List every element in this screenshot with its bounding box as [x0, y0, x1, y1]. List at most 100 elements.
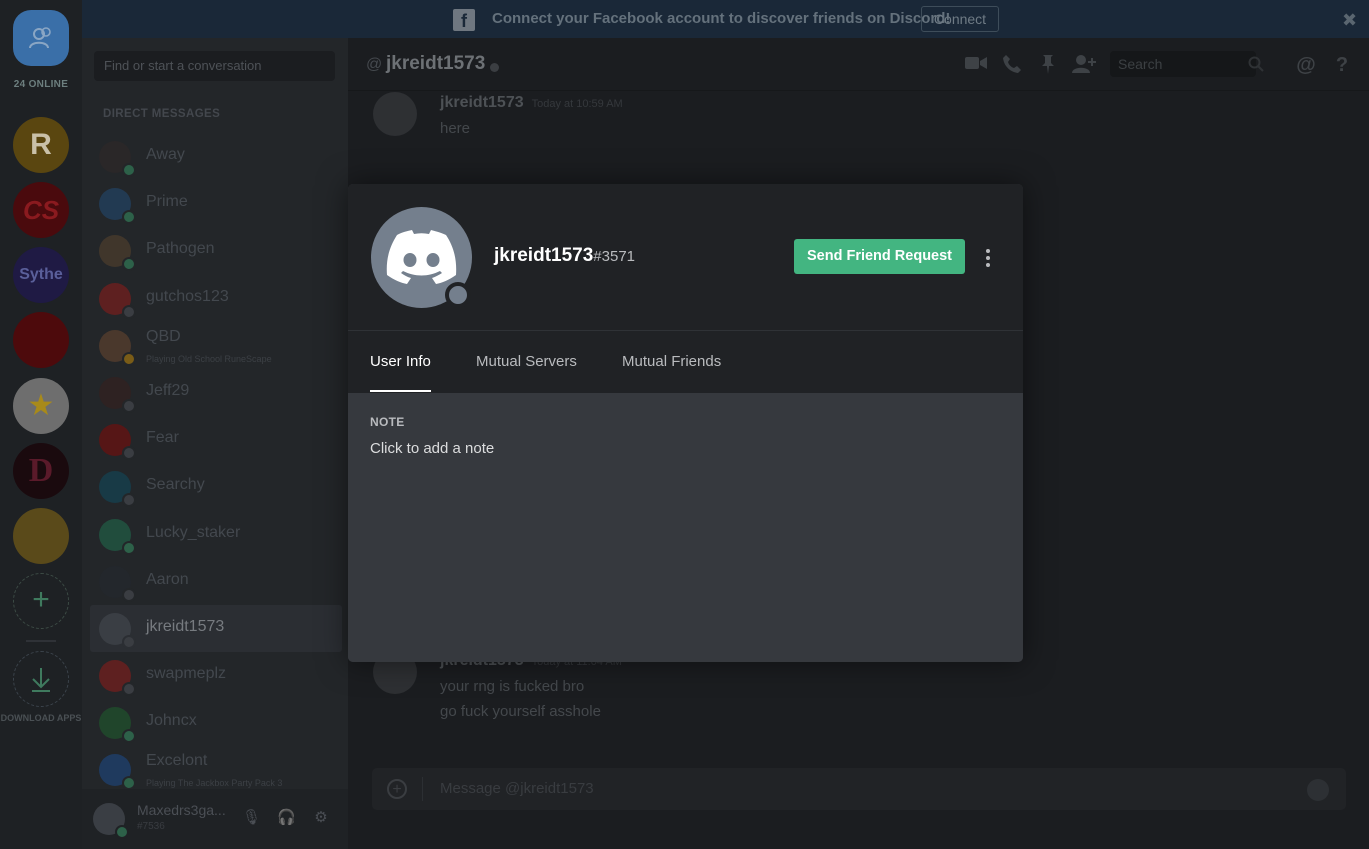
video-call-icon[interactable]: [964, 54, 988, 76]
banner-text: Connect your Facebook account to discove…: [492, 10, 951, 27]
note-header: NOTE: [370, 415, 405, 429]
more-options-icon[interactable]: [980, 247, 996, 269]
dm-item[interactable]: Aaron: [90, 558, 342, 605]
search-input[interactable]: Search: [1110, 51, 1256, 77]
status-indicator: [122, 210, 136, 225]
status-indicator: [122, 540, 136, 555]
facebook-icon: f: [453, 9, 475, 31]
server-icon-1[interactable]: R: [13, 117, 69, 173]
server-icon-4[interactable]: [13, 312, 69, 368]
status-indicator: [122, 493, 136, 508]
avatar[interactable]: [373, 92, 417, 136]
connect-button[interactable]: Connect: [921, 6, 999, 32]
dm-item[interactable]: Johncx: [90, 699, 342, 746]
discord-app: 24 ONLINE R CS Sythe ★ D + DOWNLOAD APPS…: [0, 0, 1369, 849]
tab-user-info[interactable]: User Info: [370, 353, 431, 370]
close-icon[interactable]: ✖: [1342, 10, 1357, 31]
headset-icon[interactable]: 🎧: [277, 809, 296, 827]
message-text: go fuck yourself asshole: [440, 703, 601, 720]
note-input[interactable]: Click to add a note: [370, 440, 494, 457]
server-icon-6[interactable]: D: [13, 443, 69, 499]
tab-mutual-servers[interactable]: Mutual Servers: [476, 353, 577, 370]
dm-item[interactable]: Jeff29: [90, 369, 342, 416]
status-indicator: [122, 351, 136, 366]
dm-item[interactable]: Pathogen: [90, 227, 342, 274]
message-author[interactable]: jkreidt1573 Today at 10:59 AM: [440, 94, 623, 112]
download-apps-label: DOWNLOAD APPS: [0, 713, 82, 723]
dm-name: jkreidt1573: [146, 617, 225, 635]
dm-name: Fear: [146, 429, 179, 447]
status-indicator: [122, 163, 136, 177]
dm-name: Away: [146, 146, 185, 163]
profile-body: NOTE Click to add a note: [348, 393, 1023, 662]
server-icon-2[interactable]: CS: [13, 182, 69, 238]
settings-gear-icon[interactable]: ⚙: [312, 809, 330, 827]
status-indicator: [122, 257, 136, 272]
message-composer[interactable]: + Message @jkreidt1573: [372, 768, 1346, 810]
mentions-icon[interactable]: @: [1294, 54, 1318, 76]
message-input[interactable]: Message @jkreidt1573: [440, 780, 594, 797]
discord-logo-icon: [386, 230, 457, 284]
phone-call-icon[interactable]: [1000, 54, 1024, 76]
dm-item[interactable]: Prime: [90, 180, 342, 227]
direct-messages-sidebar: Find or start a conversation DIRECT MESS…: [82, 38, 348, 849]
dm-item[interactable]: Away: [90, 133, 342, 180]
dm-name: QBD: [146, 327, 181, 345]
status-indicator: [122, 587, 136, 602]
download-apps-button[interactable]: [13, 651, 69, 707]
status-indicator: [122, 729, 136, 744]
dm-name: Prime: [146, 193, 188, 211]
online-count: 24 ONLINE: [13, 79, 69, 90]
status-indicator: [115, 825, 129, 839]
dm-item[interactable]: Excelont Playing The Jackbox Party Pack 3: [90, 746, 342, 793]
dm-item[interactable]: swapmeplz: [90, 652, 342, 699]
dm-item[interactable]: QBD Playing Old School RuneScape: [90, 322, 342, 369]
search-icon: [1244, 55, 1268, 77]
status-indicator: [122, 446, 136, 461]
dm-name: Jeff29: [146, 381, 190, 399]
rail-divider: [26, 640, 56, 642]
chat-header: @ jkreidt1573 Search @ ?: [348, 38, 1369, 91]
tab-mutual-friends[interactable]: Mutual Friends: [622, 353, 721, 370]
dm-name: swapmeplz: [146, 665, 227, 683]
dm-item-active[interactable]: jkreidt1573: [90, 604, 342, 653]
friends-home-button[interactable]: [13, 10, 69, 66]
status-indicator: [122, 682, 136, 697]
active-tab-underline: [370, 390, 431, 392]
download-icon: [32, 668, 50, 692]
upload-plus-icon[interactable]: +: [387, 779, 407, 799]
dm-name: Searchy: [146, 476, 205, 494]
server-icon-7[interactable]: [13, 508, 69, 564]
find-conversation-input[interactable]: Find or start a conversation: [94, 51, 335, 81]
emoji-icon[interactable]: [1307, 779, 1329, 801]
pin-icon[interactable]: [1036, 54, 1060, 76]
direct-messages-header: DIRECT MESSAGES: [103, 108, 221, 120]
dm-item[interactable]: Fear: [90, 416, 342, 463]
dm-name: Lucky_staker: [146, 523, 241, 541]
status-indicator: [445, 282, 471, 308]
user-panel: Maxedrs3ga... #7536 🎙 🎧 ⚙: [82, 789, 348, 849]
dm-item[interactable]: Lucky_staker: [90, 511, 342, 558]
server-icon-5[interactable]: ★: [13, 378, 69, 434]
help-icon[interactable]: ?: [1330, 54, 1354, 76]
add-friend-icon[interactable]: [1072, 54, 1096, 76]
profile-tabs: User Info Mutual Servers Mutual Friends: [348, 331, 1023, 393]
dm-list: Away Prime Pathogen gutchos123 QBD Playin…: [90, 133, 342, 794]
dm-name: Pathogen: [146, 240, 215, 258]
facebook-connect-banner: f Connect your Facebook account to disco…: [82, 0, 1369, 38]
add-server-button[interactable]: +: [13, 573, 69, 629]
channel-title: jkreidt1573: [386, 53, 486, 74]
status-indicator: [122, 398, 136, 413]
microphone-icon[interactable]: 🎙: [242, 809, 261, 827]
dm-item[interactable]: Searchy: [90, 463, 342, 510]
profile-username: jkreidt1573: [494, 245, 594, 266]
send-friend-request-button[interactable]: Send Friend Request: [794, 239, 965, 274]
message-timestamp: Today at 10:59 AM: [531, 98, 623, 110]
user-profile-modal: jkreidt1573#3571 Send Friend Request Use…: [348, 184, 1023, 662]
status-indicator: [490, 63, 499, 72]
server-rail: 24 ONLINE R CS Sythe ★ D + DOWNLOAD APPS: [0, 0, 82, 849]
dm-name: Excelont: [146, 752, 208, 770]
dm-item[interactable]: gutchos123: [90, 275, 342, 322]
server-icon-3[interactable]: Sythe: [13, 247, 69, 303]
status-indicator: [122, 304, 136, 319]
